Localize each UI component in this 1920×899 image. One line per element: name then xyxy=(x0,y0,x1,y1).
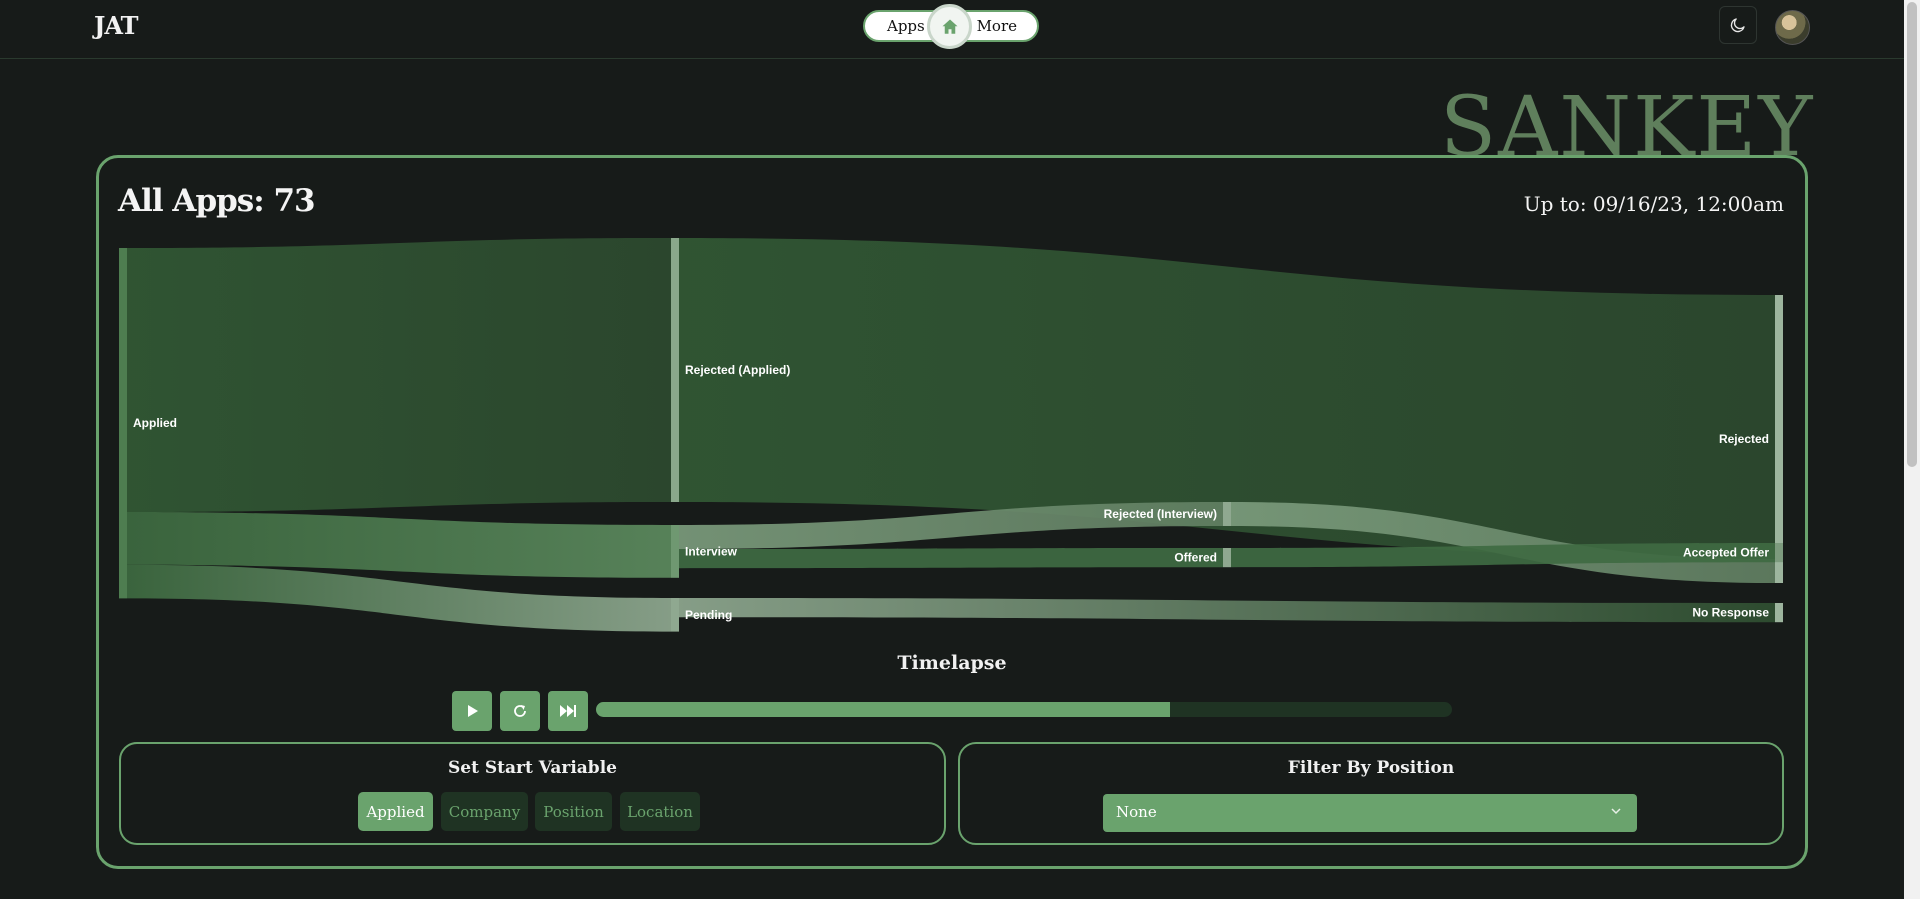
sankey-node-label: Rejected xyxy=(1719,432,1769,446)
filter-position-panel: Filter By Position None xyxy=(958,742,1784,845)
timelapse-progress-fill xyxy=(596,702,1170,717)
sankey-link[interactable] xyxy=(127,238,671,512)
timelapse-progress-bar[interactable] xyxy=(596,702,1452,717)
start-variable-option-location[interactable]: Location xyxy=(620,792,700,831)
start-variable-option-company[interactable]: Company xyxy=(441,792,528,831)
page-scrollbar[interactable] xyxy=(1904,0,1920,899)
start-variable-panel: Set Start Variable Applied Company Posit… xyxy=(119,742,946,845)
sankey-node-label: No Response xyxy=(1692,606,1769,620)
skip-forward-icon xyxy=(560,705,576,717)
replay-button[interactable] xyxy=(500,691,540,731)
sankey-node[interactable] xyxy=(671,238,679,502)
sankey-node[interactable] xyxy=(1223,502,1231,526)
play-button[interactable] xyxy=(452,691,492,731)
position-filter-value: None xyxy=(1116,803,1157,821)
sankey-node-label: Pending xyxy=(685,608,732,622)
sankey-node-label: Rejected (Interview) xyxy=(1104,507,1217,521)
replay-icon xyxy=(514,705,526,717)
sankey-node[interactable] xyxy=(1775,295,1783,583)
filter-position-title: Filter By Position xyxy=(1287,758,1455,778)
scrollbar-thumb[interactable] xyxy=(1907,2,1917,467)
sankey-node[interactable] xyxy=(671,525,679,578)
sankey-node[interactable] xyxy=(1775,603,1783,623)
start-variable-title: Set Start Variable xyxy=(448,758,617,778)
sankey-node[interactable] xyxy=(671,598,679,632)
sankey-link[interactable] xyxy=(679,548,1223,569)
start-variable-option-applied[interactable]: Applied xyxy=(358,792,433,831)
skip-forward-button[interactable] xyxy=(548,691,588,731)
position-filter-select[interactable]: None xyxy=(1103,794,1637,832)
sankey-node-label: Applied xyxy=(133,416,177,430)
sankey-links xyxy=(127,238,1775,632)
sankey-node[interactable] xyxy=(119,248,127,599)
sankey-node-label: Offered xyxy=(1174,551,1217,565)
chevron-down-icon xyxy=(1611,808,1621,815)
sankey-node-label: Interview xyxy=(685,544,738,558)
sankey-node[interactable] xyxy=(1223,548,1231,568)
timelapse-title: Timelapse xyxy=(897,652,1007,674)
sankey-chart: Applied Rejected (Applied) Interview Pendin… xyxy=(119,238,1783,632)
play-icon xyxy=(468,705,478,717)
sankey-node-label: Rejected (Applied) xyxy=(685,363,790,377)
sankey-node-label: Accepted Offer xyxy=(1683,546,1769,560)
sankey-node[interactable] xyxy=(1775,543,1783,563)
start-variable-option-position[interactable]: Position xyxy=(535,792,612,831)
sankey-link[interactable] xyxy=(679,598,1775,623)
